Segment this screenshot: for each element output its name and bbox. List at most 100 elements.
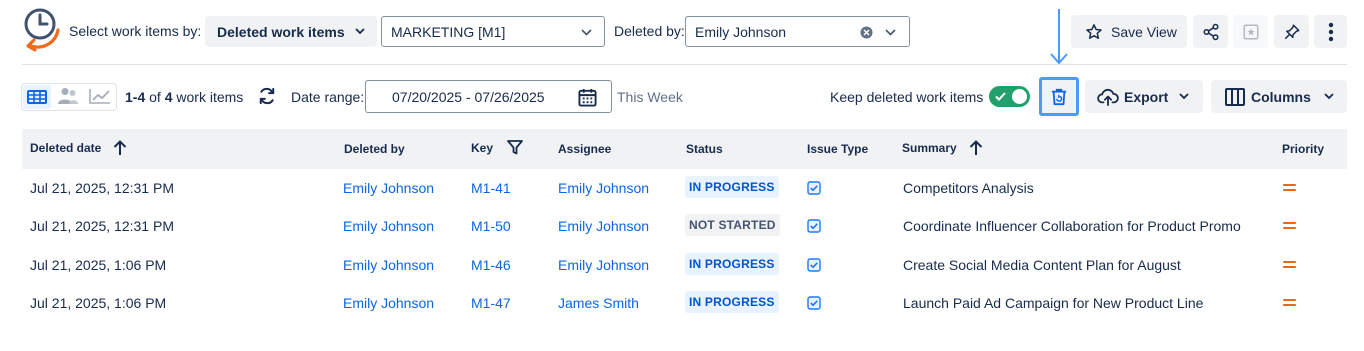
status-badge: IN PROGRESS (685, 291, 779, 313)
export-label: Export (1124, 88, 1169, 105)
item-total: 4 (164, 89, 173, 105)
cell-deleted-by-link[interactable]: Emily Johnson (343, 257, 434, 273)
cell-key-link[interactable]: M1-46 (471, 257, 511, 273)
header-priority[interactable]: Priority (1282, 142, 1324, 156)
pin-icon (1284, 24, 1299, 39)
columns-button[interactable]: Columns (1211, 80, 1347, 113)
chevron-down-icon (354, 28, 365, 35)
date-range-label: Date range: (291, 89, 365, 105)
grid-view-button[interactable] (23, 85, 51, 109)
cell-assignee-link[interactable]: James Smith (558, 295, 639, 311)
cell-key-link[interactable]: M1-41 (471, 180, 511, 196)
header-issue-type[interactable]: Issue Type (807, 142, 868, 156)
mode-dropdown-label: Deleted work items (217, 23, 345, 40)
status-badge: NOT STARTED (685, 214, 780, 236)
header-summary[interactable]: Summary (902, 140, 983, 156)
deleted-by-select-value: Emily Johnson (695, 23, 787, 40)
people-view-button[interactable] (57, 87, 79, 108)
pin-button[interactable] (1274, 15, 1309, 48)
star-icon (1086, 23, 1102, 39)
toggle-knob (1012, 89, 1027, 104)
task-checkbox-icon (807, 296, 821, 310)
priority-medium-icon (1283, 184, 1296, 193)
toolbar-divider (22, 64, 1347, 65)
trend-chart-icon (89, 89, 110, 104)
deleted-by-label: Deleted by: (614, 23, 685, 39)
share-icon (1203, 23, 1218, 40)
cell-deleted-by-link[interactable]: Emily Johnson (343, 295, 434, 311)
cell-summary[interactable]: Launch Paid Ad Campaign for New Product … (903, 295, 1203, 311)
filter-icon[interactable] (507, 140, 523, 155)
item-range: 1-4 (125, 89, 146, 105)
cell-summary[interactable]: Competitors Analysis (903, 180, 1034, 196)
header-summary-label: Summary (902, 141, 957, 155)
columns-label: Columns (1251, 88, 1311, 105)
header-deleted-by[interactable]: Deleted by (344, 142, 405, 156)
of-text: of (149, 89, 161, 105)
header-deleted-date[interactable]: Deleted date (30, 140, 127, 156)
header-deleted-date-label: Deleted date (30, 141, 102, 155)
clear-icon[interactable] (860, 26, 873, 39)
cell-deleted-date: Jul 21, 2025, 1:06 PM (30, 295, 167, 311)
header-assignee[interactable]: Assignee (558, 142, 611, 156)
header-status[interactable]: Status (686, 142, 723, 156)
priority-medium-icon (1283, 261, 1296, 270)
calendar-icon[interactable] (578, 88, 597, 107)
cell-key-link[interactable]: M1-50 (471, 218, 511, 234)
share-button[interactable] (1193, 15, 1228, 48)
save-view-label: Save View (1111, 23, 1177, 40)
items-text: work items (176, 89, 244, 105)
cell-summary[interactable]: Create Social Media Content Plan for Aug… (903, 257, 1181, 273)
more-vertical-icon (1328, 22, 1333, 41)
project-select[interactable]: MARKETING [M1] (381, 16, 605, 47)
cell-summary[interactable]: Coordinate Influencer Collaboration for … (903, 218, 1241, 234)
item-count: 1-4 of 4 work items (125, 89, 243, 105)
project-select-value: MARKETING [M1] (391, 23, 506, 40)
trash-restore-icon (1051, 88, 1067, 105)
date-range-value: 07/20/2025 - 07/26/2025 (392, 88, 545, 105)
task-checkbox-icon (807, 219, 821, 233)
task-checkbox-icon (807, 181, 821, 195)
table-header (22, 129, 1347, 169)
select-by-label: Select work items by: (69, 23, 202, 39)
save-view-button[interactable]: Save View (1071, 15, 1187, 48)
date-range-input[interactable]: 07/20/2025 - 07/26/2025 (365, 80, 612, 113)
header-key[interactable]: Key (471, 140, 523, 155)
cell-assignee-link[interactable]: Emily Johnson (558, 218, 649, 234)
refresh-icon (259, 87, 275, 105)
people-icon (58, 88, 78, 104)
report-icon (1243, 24, 1258, 39)
status-badge: IN PROGRESS (685, 253, 779, 275)
priority-medium-icon (1283, 222, 1296, 231)
keep-deleted-toggle[interactable] (989, 86, 1030, 107)
checkmark-icon (995, 92, 1006, 101)
mode-dropdown[interactable]: Deleted work items (205, 16, 377, 47)
priority-medium-icon (1283, 299, 1296, 308)
chart-view-button[interactable] (89, 88, 111, 107)
date-range-hint: This Week (617, 89, 683, 105)
cell-assignee-link[interactable]: Emily Johnson (558, 180, 649, 196)
report-button[interactable] (1233, 15, 1268, 48)
cell-deleted-by-link[interactable]: Emily Johnson (343, 180, 434, 196)
sort-ascending-icon (969, 140, 982, 155)
columns-icon (1225, 87, 1245, 106)
cell-key-link[interactable]: M1-47 (471, 295, 511, 311)
chevron-down-icon (581, 29, 592, 36)
cloud-upload-icon (1097, 88, 1119, 106)
export-button[interactable]: Export (1085, 80, 1203, 113)
cell-assignee-link[interactable]: Emily Johnson (558, 257, 649, 273)
cell-deleted-date: Jul 21, 2025, 12:31 PM (30, 180, 174, 196)
cell-deleted-date: Jul 21, 2025, 12:31 PM (30, 218, 174, 234)
refresh-button[interactable] (257, 86, 277, 109)
chevron-down-icon (885, 29, 896, 36)
sort-ascending-icon (114, 140, 127, 155)
chevron-down-icon (1324, 93, 1334, 100)
cell-deleted-by-link[interactable]: Emily Johnson (343, 218, 434, 234)
task-checkbox-icon (807, 258, 821, 272)
more-actions-button[interactable] (1314, 15, 1347, 48)
keep-deleted-label: Keep deleted work items (830, 89, 984, 105)
deleted-by-select[interactable]: Emily Johnson (685, 16, 910, 47)
app-logo-history-icon (22, 6, 62, 52)
deleted-items-trash-button[interactable] (1039, 77, 1079, 116)
grid-view-icon (27, 90, 47, 104)
